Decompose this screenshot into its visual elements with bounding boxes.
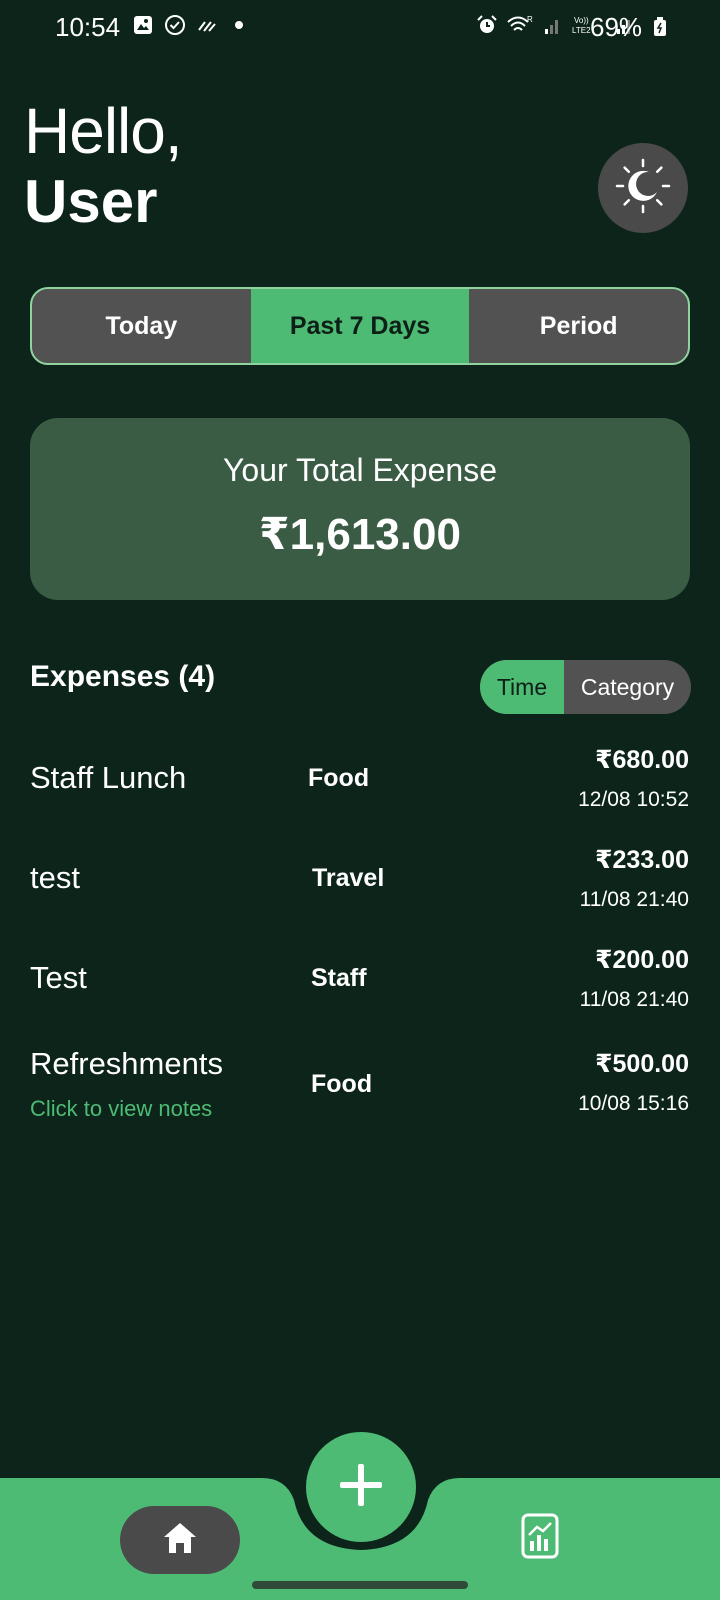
view-notes-link[interactable]: Click to view notes: [30, 1096, 212, 1122]
expense-category: Staff: [311, 964, 367, 992]
svg-text:Vo)): Vo)): [574, 16, 589, 25]
sort-toggle: Time Category: [480, 660, 691, 714]
battery-icon: [652, 16, 668, 38]
expense-row[interactable]: test Travel ₹233.00 11/08 21:40: [0, 840, 720, 930]
expense-amount: ₹233.00: [595, 846, 689, 874]
add-expense-button[interactable]: [306, 1432, 416, 1542]
dot-icon: [228, 14, 250, 36]
tab-period[interactable]: Period: [469, 289, 688, 363]
expense-category: Food: [311, 1070, 373, 1098]
expense-amount: ₹200.00: [595, 946, 689, 974]
expense-name: Refreshments: [30, 1046, 223, 1081]
expense-date: 11/08 21:40: [579, 988, 689, 1011]
total-expense-label: Your Total Expense: [223, 452, 497, 488]
expense-row[interactable]: Refreshments Click to view notes Food ₹5…: [0, 1044, 720, 1124]
expense-category: Travel: [312, 864, 385, 892]
expense-row[interactable]: Staff Lunch Food ₹680.00 12/08 10:52: [0, 740, 720, 830]
svg-text:R: R: [527, 15, 533, 24]
expense-row[interactable]: Test Staff ₹200.00 11/08 21:40: [0, 940, 720, 1030]
battery-text: 69%: [590, 12, 643, 42]
sort-category-button[interactable]: Category: [564, 660, 691, 714]
chart-icon: [521, 1513, 559, 1564]
status-bar: 10:54 R Vo))LTE2 69% 69%: [0, 0, 720, 56]
total-expense-amount: ₹1,613.00: [259, 510, 461, 559]
expense-name: Test: [30, 960, 87, 995]
expense-amount: ₹500.00: [595, 1050, 689, 1078]
tab-today[interactable]: Today: [32, 289, 251, 363]
signal-icon: [542, 14, 564, 36]
expense-date: 12/08 10:52: [578, 788, 689, 811]
gallery-icon: [132, 14, 154, 36]
expense-date: 11/08 21:40: [579, 888, 689, 911]
check-circle-icon: [164, 14, 186, 36]
expense-category: Food: [308, 764, 370, 792]
gesture-bar: [252, 1581, 468, 1589]
expenses-title: Expenses (4): [30, 660, 216, 693]
svg-text:LTE2: LTE2: [572, 26, 591, 35]
stats-button[interactable]: [520, 1513, 560, 1564]
greeting-hello: Hello,: [24, 95, 183, 167]
expense-name: test: [30, 860, 80, 895]
sort-time-button[interactable]: Time: [480, 660, 564, 714]
status-time: 10:54: [55, 12, 121, 42]
total-expense-card: Your Total Expense ₹1,613.00: [30, 418, 690, 600]
plus-icon: [338, 1462, 384, 1513]
status-icons-left: [132, 14, 250, 36]
period-tabs: Today Past 7 Days Period: [30, 287, 690, 365]
theme-toggle-button[interactable]: [598, 143, 688, 233]
expense-date: 10/08 15:16: [578, 1092, 689, 1115]
tab-past-7-days[interactable]: Past 7 Days: [250, 289, 470, 363]
expense-name: Staff Lunch: [30, 760, 187, 795]
alarm-icon: [476, 14, 498, 36]
home-button[interactable]: [120, 1506, 240, 1574]
wifi-icon: R: [506, 14, 534, 36]
greeting-user: User: [24, 167, 158, 235]
signal-app-icon: [196, 14, 218, 36]
home-icon: [162, 1521, 198, 1560]
sun-moon-icon: [611, 154, 675, 223]
expense-amount: ₹680.00: [595, 746, 689, 774]
greeting: Hello, User: [24, 95, 183, 235]
